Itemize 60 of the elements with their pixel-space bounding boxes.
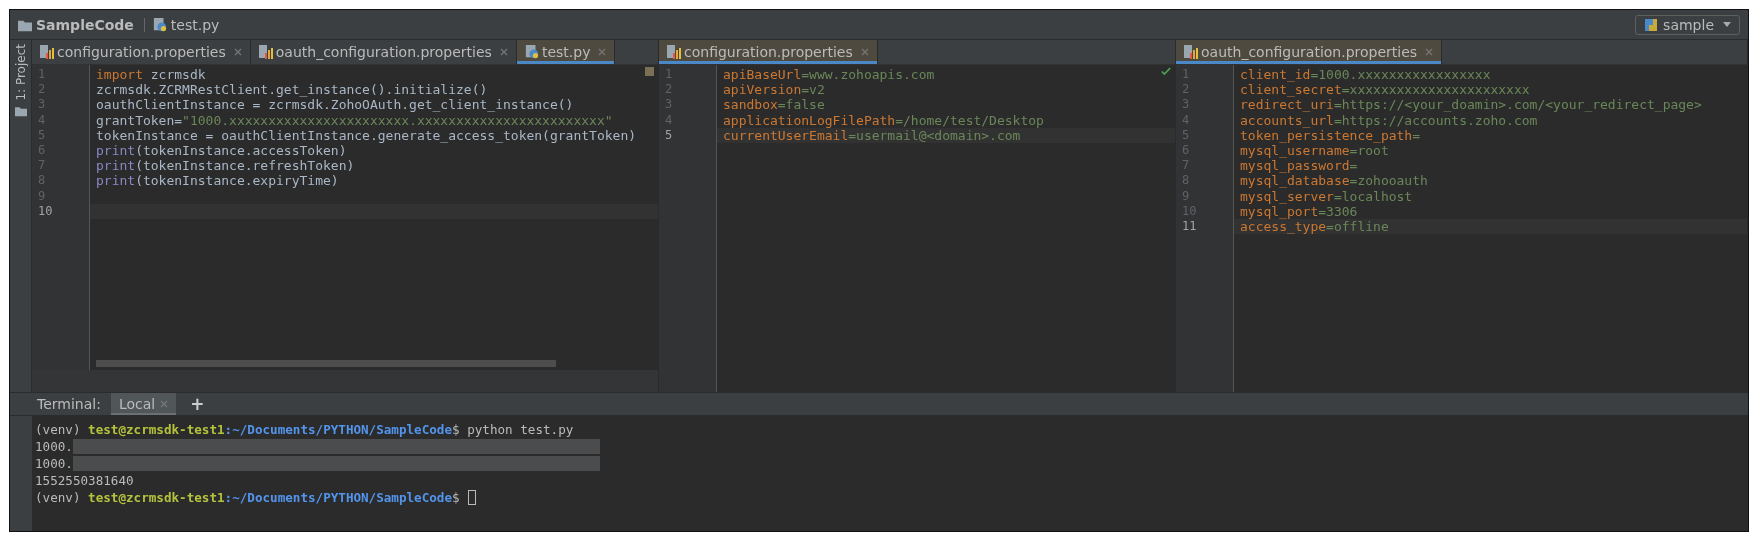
terminal-output: 1552550381640 [35,472,134,489]
code-line: access_type=offline [1240,218,1389,234]
code-line: print(tokenInstance.refreshToken) [96,158,355,174]
properties-file-icon [1184,45,1198,59]
code-line: client_id=1000.xxxxxxxxxxxxxxxxx [1240,67,1491,82]
horizontal-scrollbar[interactable] [96,360,556,367]
code-line: mysql_username=root [1240,142,1389,158]
python-file-icon [524,45,539,59]
code-line: accounts_url=https://accounts.zoho.com [1240,112,1538,128]
terminal-title: Terminal: [37,396,101,412]
terminal-output: 1000. [35,455,73,472]
code-line: redirect_uri=https://<your_doamin>.com/<your_redirect_page> [1240,97,1702,113]
close-icon[interactable] [499,48,508,56]
editor-tab[interactable]: configuration.properties [659,40,878,64]
code-line: apiVersion=v2 [723,82,825,98]
code-line: client_secret=xxxxxxxxxxxxxxxxxxxxxxx [1240,82,1530,98]
close-icon[interactable] [860,48,869,56]
code-line: mysql_server=localhost [1240,188,1413,204]
code-line: mysql_port=3306 [1240,203,1358,219]
code-line: sandbox=false [723,97,825,113]
editor-tab[interactable]: oauth_configuration.properties [1176,40,1443,64]
terminal-prompt: (venv) test@zcrmsdk-test1:~/Documents/PYTHON/SampleCode$ python test.py [35,421,574,438]
close-icon[interactable] [598,48,607,56]
terminal-output: 1000. [35,438,73,455]
folder-icon [14,104,27,117]
code-line: zcrmsdk.ZCRMRestClient.get_instance().initialize() [96,82,488,98]
code-line: print(tokenInstance.expiryTime) [96,173,339,189]
close-icon[interactable] [1425,48,1434,56]
line-number: 10 [37,203,54,219]
editor-tab[interactable]: oauth_configuration.properties [250,40,517,64]
code-line: applicationLogFilePath=/home/test/Desktop [723,112,1044,128]
code-line: mysql_database=zohooauth [1240,173,1428,189]
code-line: token_persistence_path= [1240,127,1420,143]
python-icon [1644,17,1659,32]
project-tool-tab[interactable]: 1: Project [13,40,28,121]
breadcrumb-item[interactable]: SampleCode [36,16,134,33]
new-terminal-button[interactable]: + [184,393,211,415]
line-number: 5 [664,127,674,143]
editor-tab[interactable]: configuration.properties [32,40,251,64]
line-number: 11 [1181,218,1198,235]
code-line: mysql_password= [1240,158,1358,174]
code-line: print(tokenInstance.accessToken) [96,142,347,158]
properties-file-icon [40,45,54,59]
code-line: currentUserEmail=usermail@<domain>.com [723,127,1021,143]
code-line: apiBaseUrl=www.zohoapis.com [723,67,935,82]
terminal-prompt: (venv) test@zcrmsdk-test1:~/Documents/PYTHON/SampleCode$ [35,489,460,506]
python-file-icon [152,17,167,32]
terminal-tab[interactable]: Local [110,393,177,415]
properties-file-icon [258,45,273,59]
breadcrumb-item[interactable]: test.py [170,16,220,33]
run-configuration-dropdown[interactable]: sample [1635,14,1740,35]
editor-tab[interactable]: test.py [516,40,616,64]
close-icon[interactable] [160,400,169,408]
properties-file-icon [667,45,681,59]
close-icon[interactable] [233,48,242,56]
code-line: import zcrmsdk [96,67,206,82]
code-line: oauthClientInstance = zcrmsdk.ZohoOAuth.get_client_instance() [96,97,574,113]
code-line: tokenInstance = oauthClientInstance.generate_access_token(grantToken) [96,127,637,143]
caret-icon [1723,22,1731,27]
code-line: grantToken="1000.xxxxxxxxxxxxxxxxxxxxxxx.xxxxxxxxxxxxxxxxxxxxxxxx" [96,112,613,128]
